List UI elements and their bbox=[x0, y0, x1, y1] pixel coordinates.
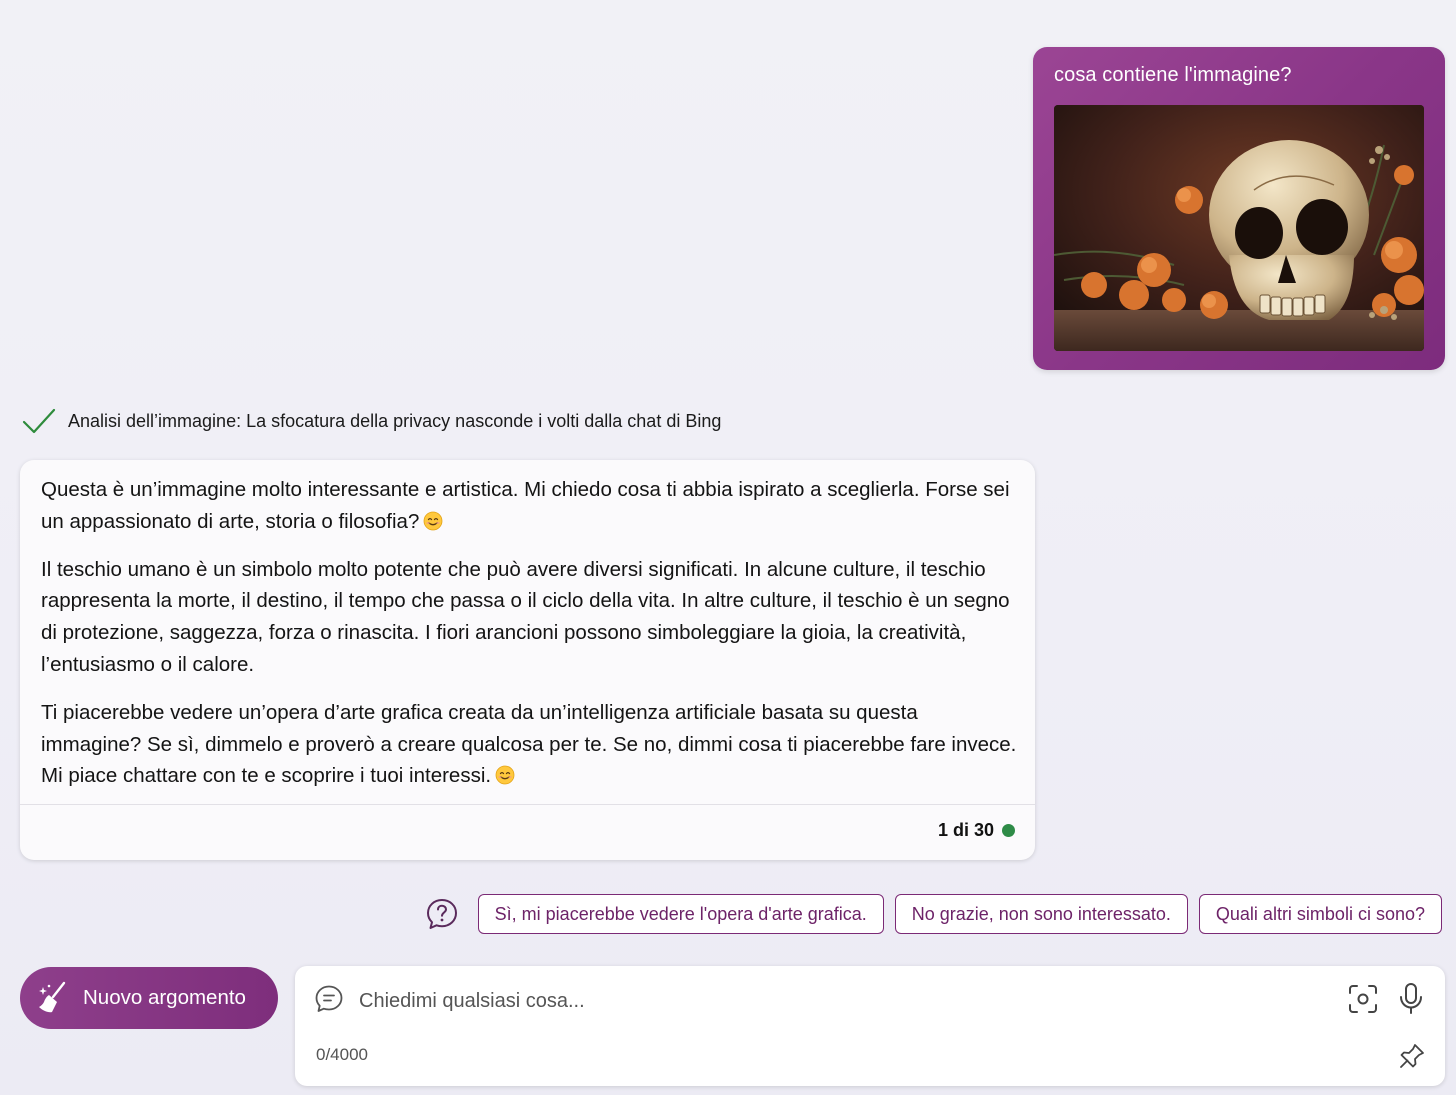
broom-icon bbox=[39, 981, 66, 1013]
microphone-icon[interactable] bbox=[1397, 982, 1425, 1016]
bot-response-card: Questa è un’immagine molto interessante … bbox=[20, 460, 1035, 860]
bot-response-body: Questa è un’immagine molto interessante … bbox=[41, 474, 1021, 808]
turn-counter: 1 di 30 bbox=[938, 820, 1015, 841]
new-topic-button[interactable]: Nuovo argomento bbox=[20, 967, 278, 1029]
suggestion-chip-not-interested[interactable]: No grazie, non sono interessato. bbox=[894, 894, 1188, 934]
suggestion-chip-other-symbols[interactable]: Quali altri simboli ci sono? bbox=[1198, 894, 1442, 934]
image-analysis-status: Analisi dell’immagine: La sfocatura dell… bbox=[22, 406, 721, 436]
image-analysis-text: Analisi dell’immagine: La sfocatura dell… bbox=[68, 410, 722, 431]
status-dot bbox=[1002, 824, 1015, 837]
response-divider bbox=[20, 804, 1035, 805]
new-topic-label: Nuovo argomento bbox=[83, 986, 246, 1009]
response-paragraph-1-text: Questa è un’immagine molto interessante … bbox=[41, 478, 1010, 533]
response-paragraph-3-text: Ti piacerebbe vedere un’opera d’arte gra… bbox=[41, 700, 1017, 788]
pin-icon[interactable] bbox=[1398, 1042, 1426, 1070]
response-paragraph: Questa è un’immagine molto interessante … bbox=[41, 474, 1021, 538]
question-icon[interactable] bbox=[425, 897, 459, 931]
smiling-face-icon bbox=[495, 765, 515, 785]
suggested-replies: Sì, mi piacerebbe vedere l'opera d'arte … bbox=[425, 894, 1442, 934]
response-paragraph-2-text: Il teschio umano è un simbolo molto pote… bbox=[41, 557, 1010, 676]
check-icon bbox=[22, 408, 56, 434]
visual-search-icon[interactable] bbox=[1347, 983, 1379, 1015]
response-paragraph: Ti piacerebbe vedere un’opera d’arte gra… bbox=[41, 697, 1021, 792]
chat-bubble-icon bbox=[315, 985, 343, 1012]
chat-input[interactable] bbox=[357, 980, 1321, 1022]
turn-counter-text: 1 di 30 bbox=[937, 820, 994, 840]
skull-still-life-image bbox=[1054, 105, 1424, 351]
user-message-bubble: cosa contiene l'immagine? bbox=[1033, 47, 1445, 370]
user-uploaded-image[interactable] bbox=[1054, 105, 1424, 351]
character-count: 0/4000 bbox=[316, 1045, 368, 1064]
chat-input-box: 0/4000 bbox=[295, 966, 1445, 1086]
smiling-face-icon bbox=[423, 511, 443, 531]
user-message-text: cosa contiene l'immagine? bbox=[1054, 64, 1292, 86]
suggestion-chip-view-artwork[interactable]: Sì, mi piacerebbe vedere l'opera d'arte … bbox=[477, 894, 884, 934]
response-paragraph: Il teschio umano è un simbolo molto pote… bbox=[41, 554, 1021, 681]
